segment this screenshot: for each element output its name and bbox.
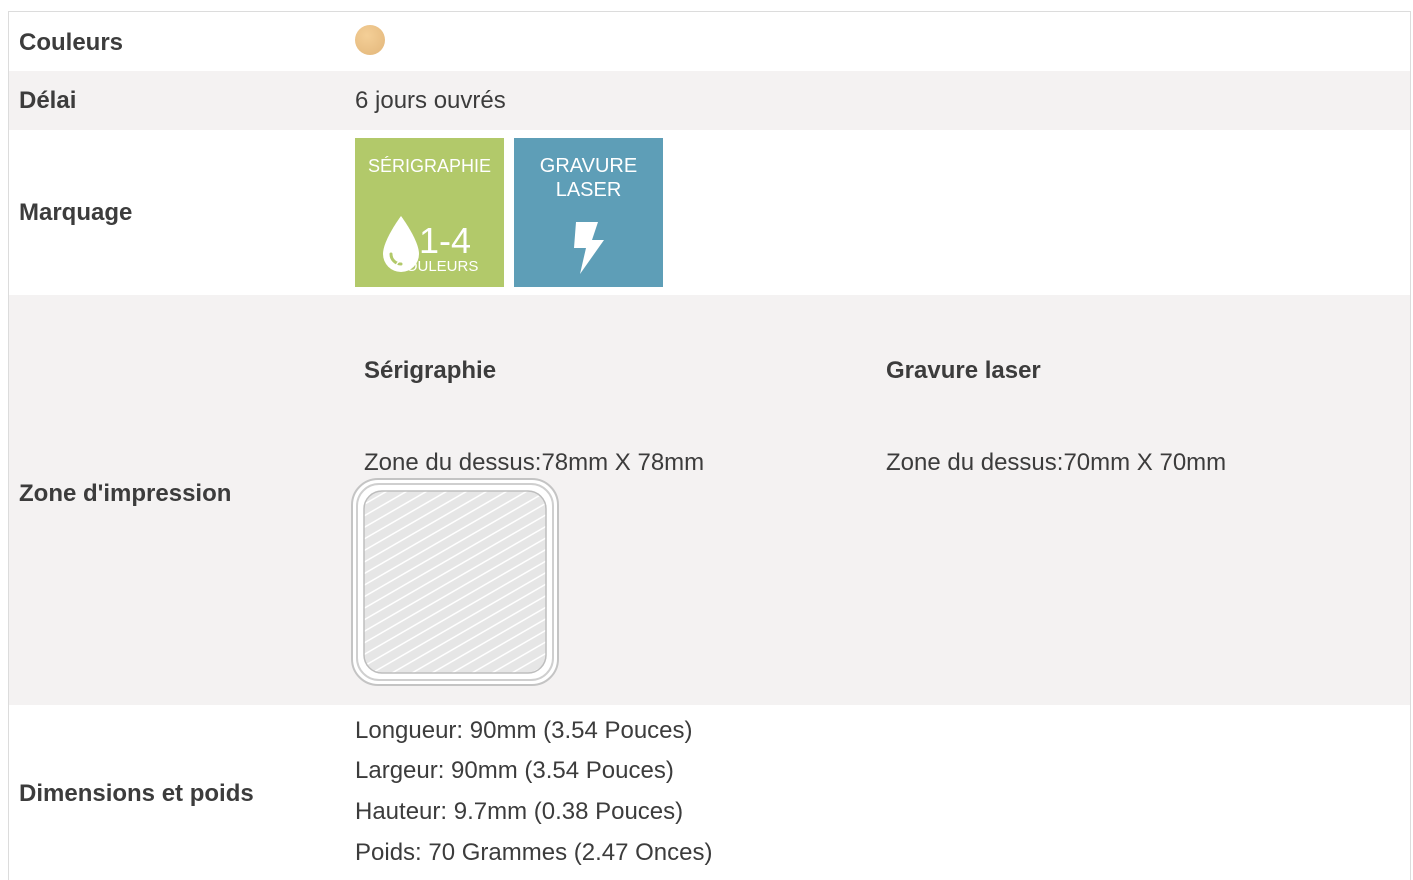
dimension-width: Largeur: 90mm (3.54 Pouces)	[355, 757, 674, 784]
gravure-laser-badge[interactable]: GRAVURE LASER	[514, 138, 663, 287]
serigraphie-badge-title: SÉRIGRAPHIE	[367, 156, 492, 176]
couleurs-label: Couleurs	[19, 29, 124, 56]
dimension-weight: Poids: 70 Grammes (2.47 Onces)	[355, 839, 713, 866]
serigraphie-zone-text-wrap: Zone du dessus:78mm X 78mm	[364, 449, 704, 477]
serigraphie-zone: Sérigraphie	[364, 357, 496, 385]
delai-value: 6 jours ouvrés	[355, 87, 506, 114]
gravure-title-line2: LASER	[555, 179, 622, 201]
delai-label: Délai	[19, 87, 77, 114]
laser-zone-text-wrap: Zone du dessus:70mm X 70mm	[886, 449, 1226, 477]
print-area-diagram	[351, 478, 559, 686]
gravure-laser-badge-title: GRAVURE LASER	[514, 154, 663, 202]
dimension-height: Hauteur: 9.7mm (0.38 Pouces)	[355, 798, 684, 825]
serigraphie-badge[interactable]: SÉRIGRAPHIE 1-4 COULEURS	[355, 138, 504, 287]
row-delai: Délai 6 jours ouvrés	[9, 71, 1410, 130]
laser-zone-title: Gravure laser	[886, 357, 1041, 384]
serigraphie-colors-label: COULEURS	[395, 258, 479, 275]
row-dimensions: Dimensions et poids Longueur: 90mm (3.54…	[9, 705, 1410, 880]
color-swatch[interactable]	[355, 25, 385, 55]
serigraphie-zone-title: Sérigraphie	[364, 357, 497, 384]
laser-zone-text: Zone du dessus:70mm X 70mm	[886, 449, 1227, 476]
dimension-length: Longueur: 90mm (3.54 Pouces)	[355, 717, 693, 744]
lightning-bolt-icon	[574, 222, 604, 274]
dimensions-label: Dimensions et poids	[19, 780, 254, 807]
row-zone-impression: Zone d'impression Sérigraphie Zone du de…	[9, 295, 1410, 705]
zone-impression-label: Zone d'impression	[19, 480, 232, 507]
serigraphie-zone-text: Zone du dessus:78mm X 78mm	[364, 449, 705, 476]
marquage-label: Marquage	[19, 199, 133, 226]
row-couleurs: Couleurs	[9, 12, 1410, 71]
product-spec-table: Couleurs Délai 6 jours ouvrés Marquage S…	[8, 11, 1411, 880]
gravure-title-line1: GRAVURE	[539, 155, 638, 177]
laser-zone: Gravure laser	[886, 357, 1041, 385]
row-marquage: Marquage SÉRIGRAPHIE 1-4 COULEURS GRAVUR…	[9, 130, 1410, 295]
serigraphie-color-count: 1-4	[419, 220, 472, 261]
